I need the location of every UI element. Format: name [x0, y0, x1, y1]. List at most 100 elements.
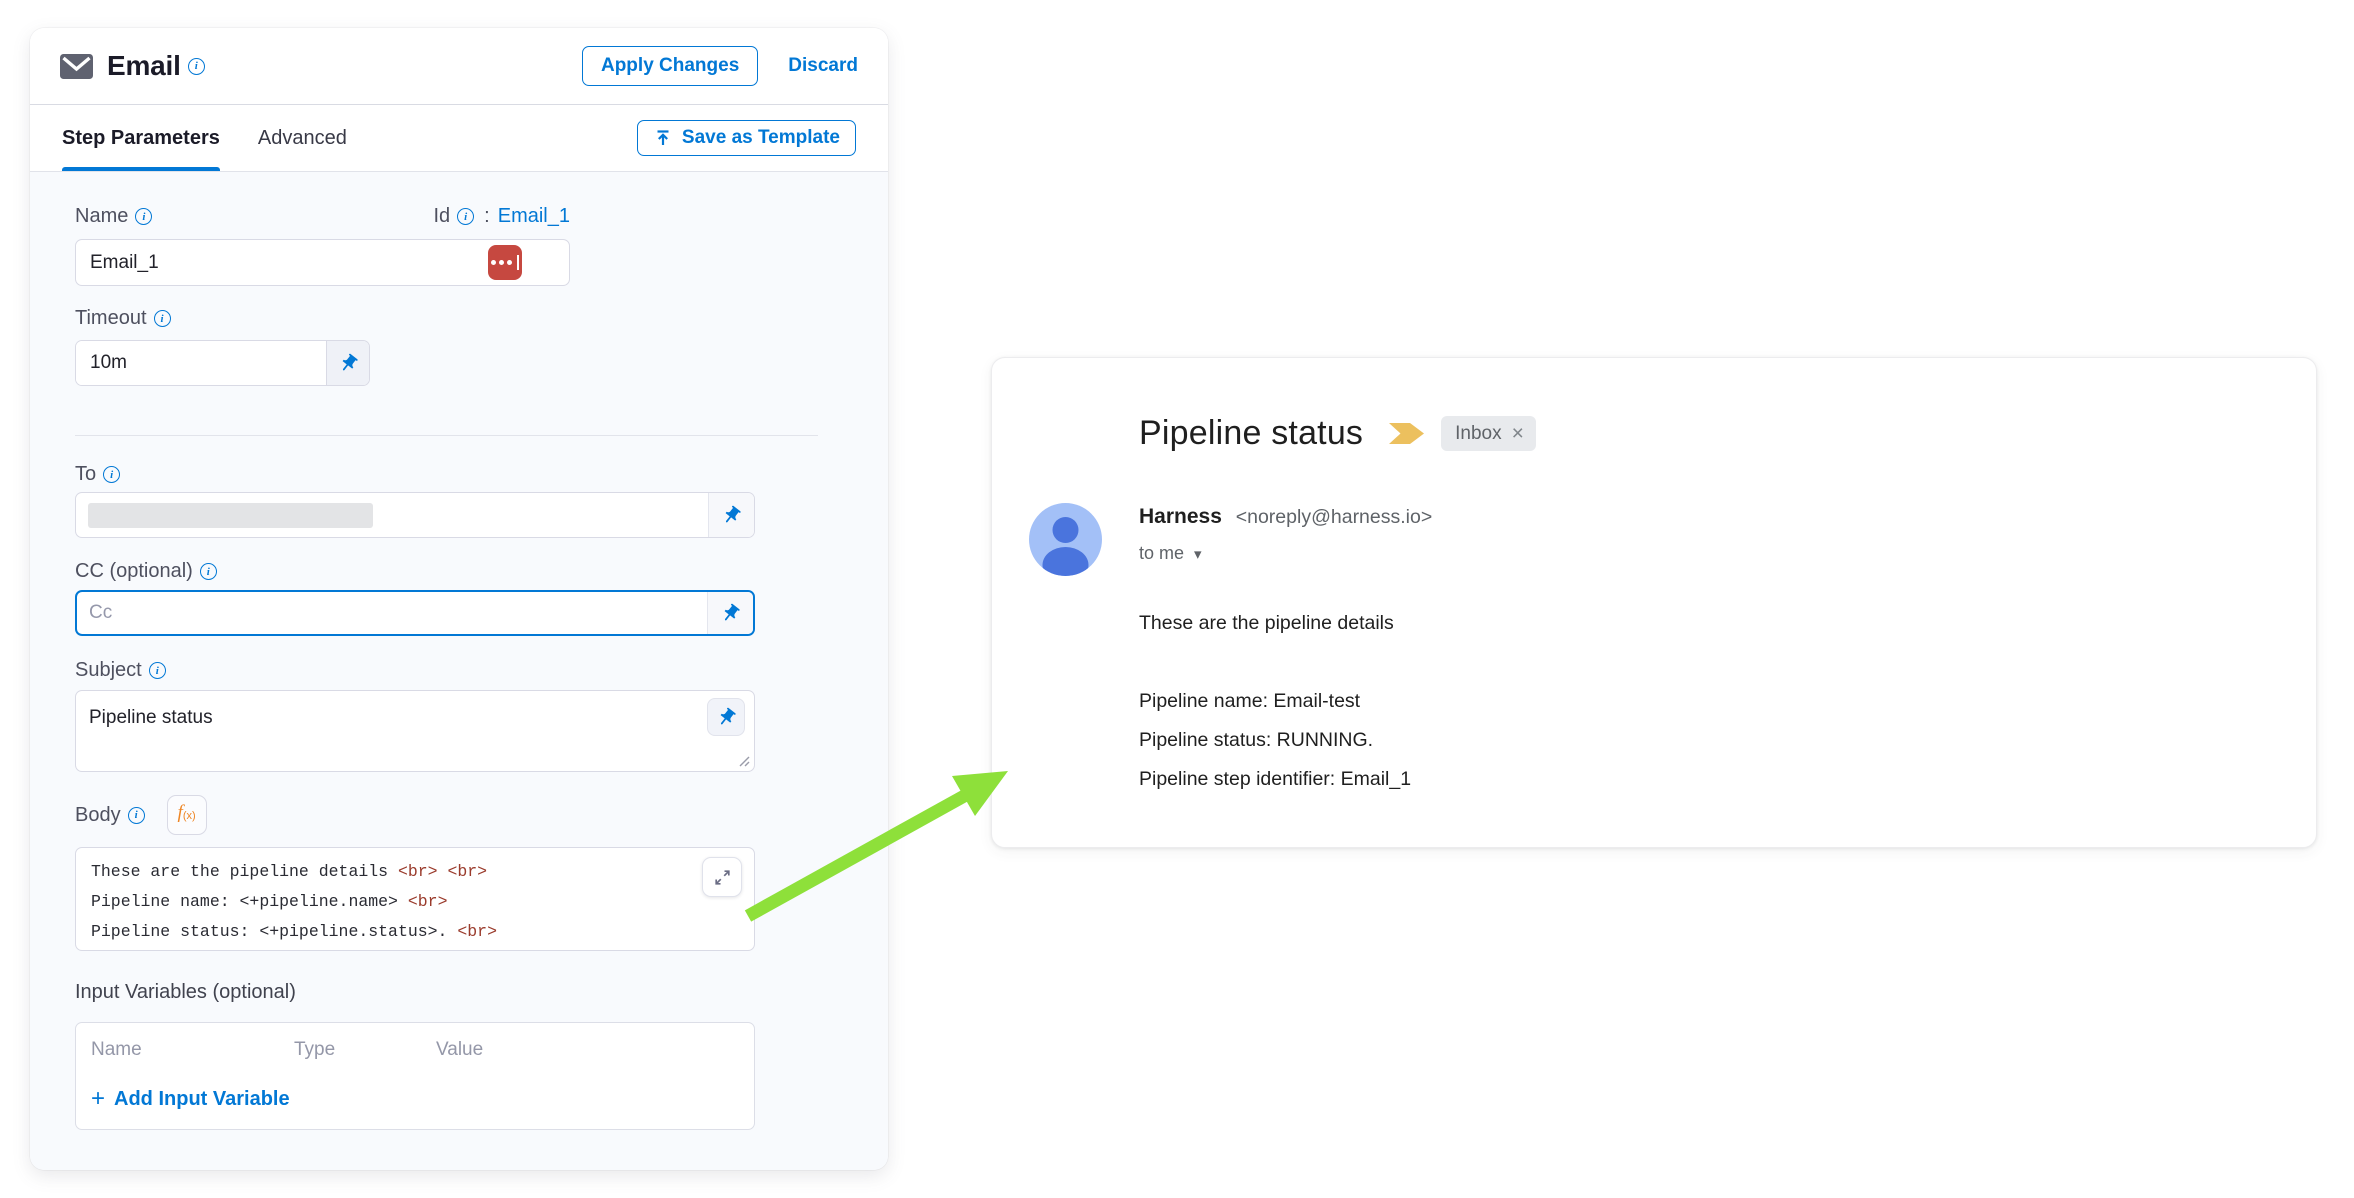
info-icon[interactable]: i [200, 563, 217, 580]
to-pin-toggle[interactable] [708, 493, 754, 537]
body-label-group: Body i [75, 804, 145, 827]
to-label-row: To i [75, 463, 843, 486]
extension-badge-icon[interactable] [488, 245, 522, 280]
subject-pin-toggle[interactable] [707, 698, 745, 736]
cc-input[interactable] [89, 602, 695, 624]
inbox-label: Inbox [1455, 423, 1501, 445]
badge-dot [491, 260, 496, 265]
section-divider [75, 435, 818, 436]
resize-handle-icon[interactable] [738, 755, 750, 767]
timeout-input[interactable] [76, 341, 326, 385]
avatar[interactable] [1029, 503, 1102, 576]
id-label: Id [433, 205, 450, 228]
subject-label-row: Subject i [75, 659, 843, 682]
to-label-group: To i [75, 463, 120, 486]
add-input-variable-label: Add Input Variable [114, 1088, 290, 1111]
to-label: To [75, 463, 96, 486]
expression-fx-button[interactable]: f (x) [167, 795, 207, 835]
timeout-label-group: Timeout i [75, 307, 171, 330]
sender-email: <noreply@harness.io> [1236, 506, 1433, 528]
email-preview-card: Pipeline status Inbox × [991, 357, 2317, 848]
body-label: Body [75, 804, 121, 827]
recipient-label: to me [1139, 543, 1184, 564]
chevron-down-icon: ▾ [1194, 545, 1202, 563]
expand-icon [713, 868, 732, 887]
body-code-lines: These are the pipeline details <br> <br>… [91, 857, 694, 951]
redacted-email-value [88, 503, 373, 528]
recipient-toggle[interactable]: to me ▾ [1139, 543, 1432, 564]
email-title-row: Pipeline status Inbox × [1139, 414, 2256, 453]
info-icon[interactable]: i [188, 58, 205, 75]
cc-field [75, 590, 755, 636]
pin-icon [711, 702, 740, 731]
id-separator: : [484, 205, 490, 228]
email-step-panel: Email i Apply Changes Discard Step Param… [30, 28, 888, 1170]
id-value-link[interactable]: Email_1 [498, 205, 570, 228]
email-subject: Pipeline status [1139, 414, 1363, 453]
info-icon[interactable]: i [154, 310, 171, 327]
tab-step-parameters[interactable]: Step Parameters [62, 105, 220, 171]
save-as-template-label: Save as Template [682, 127, 840, 149]
timeout-field [75, 340, 370, 386]
fx-sub: (x) [183, 810, 196, 822]
info-icon[interactable]: i [149, 662, 166, 679]
tab-advanced[interactable]: Advanced [258, 105, 347, 171]
info-icon[interactable]: i [457, 208, 474, 225]
pin-icon [716, 598, 745, 627]
input-variables-box: Name Type Value + Add Input Variable [75, 1022, 755, 1130]
timeout-pin-toggle[interactable] [326, 341, 369, 385]
close-icon[interactable]: × [1512, 423, 1524, 444]
name-label-group: Name i [75, 205, 152, 228]
info-icon[interactable]: i [128, 807, 145, 824]
step-parameters-form: Name i Id i : Email_1 [30, 172, 888, 1170]
body-code-editor[interactable]: These are the pipeline details <br> <br>… [75, 847, 755, 951]
importance-marker-icon[interactable] [1389, 420, 1425, 447]
expand-editor-button[interactable] [702, 857, 742, 897]
pin-icon [333, 348, 362, 377]
column-value: Value [436, 1039, 483, 1061]
discard-button[interactable]: Discard [788, 55, 858, 77]
info-icon[interactable]: i [135, 208, 152, 225]
inbox-label-chip[interactable]: Inbox × [1441, 416, 1536, 451]
badge-dot [507, 260, 512, 265]
subject-label: Subject [75, 659, 142, 682]
badge-cursor [517, 255, 520, 270]
badge-dot [499, 260, 504, 265]
column-type: Type [294, 1039, 436, 1061]
apply-changes-button[interactable]: Apply Changes [582, 46, 758, 86]
tab-bar: Step Parameters Advanced Save as Templat… [30, 105, 888, 172]
upload-icon [653, 128, 673, 148]
plus-icon: + [91, 1085, 105, 1113]
info-icon[interactable]: i [103, 466, 120, 483]
to-field[interactable] [75, 492, 755, 538]
save-as-template-button[interactable]: Save as Template [637, 120, 856, 156]
add-input-variable-button[interactable]: + Add Input Variable [91, 1085, 739, 1113]
step-title: Email [107, 50, 181, 82]
sender-meta: Harness <noreply@harness.io> to me ▾ [1139, 503, 1432, 576]
cc-label-row: CC (optional) i [75, 560, 843, 583]
input-variables-label: Input Variables (optional) [75, 981, 843, 1004]
subject-label-group: Subject i [75, 659, 166, 682]
cc-label-group: CC (optional) i [75, 560, 217, 583]
to-input[interactable] [76, 493, 708, 537]
timeout-label-row: Timeout i [75, 307, 843, 330]
sender-line: Harness <noreply@harness.io> [1139, 505, 1432, 529]
column-name: Name [91, 1039, 294, 1061]
id-group: Id i : Email_1 [433, 205, 570, 228]
cc-label: CC (optional) [75, 560, 193, 583]
subject-textarea[interactable]: Pipeline status [75, 690, 755, 772]
email-icon [60, 54, 93, 79]
sender-name: Harness [1139, 505, 1222, 528]
name-field-wrap [75, 239, 570, 286]
email-body: These are the pipeline details Pipeline … [1139, 604, 2256, 799]
name-id-row: Name i Id i : Email_1 [75, 205, 570, 228]
pin-icon [717, 500, 746, 529]
subject-field-wrap: Pipeline status [75, 690, 755, 772]
page: Email i Apply Changes Discard Step Param… [0, 0, 2354, 1198]
body-label-row: Body i f (x) [75, 795, 843, 835]
panel-header: Email i Apply Changes Discard [30, 28, 888, 105]
timeout-label: Timeout [75, 307, 147, 330]
sender-row: Harness <noreply@harness.io> to me ▾ [1139, 503, 2256, 576]
name-label: Name [75, 205, 128, 228]
cc-pin-toggle[interactable] [707, 592, 753, 634]
